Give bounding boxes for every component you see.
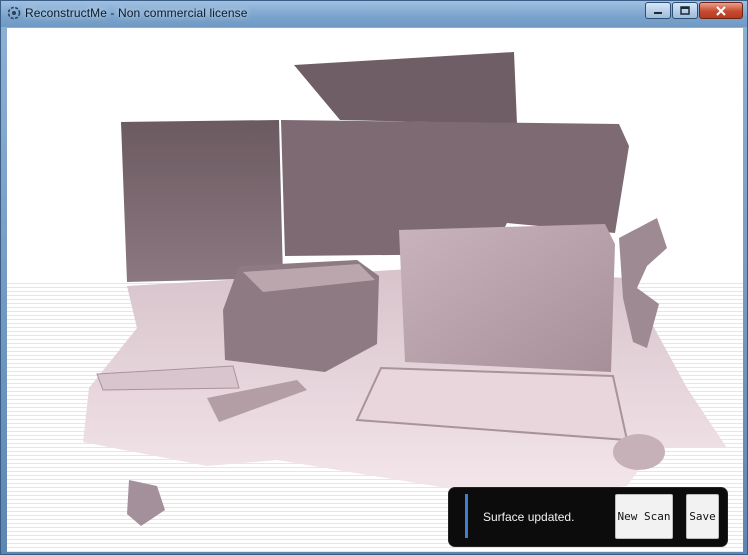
new-scan-button[interactable]: New Scan [615,494,673,539]
close-icon [716,5,726,16]
reconstruction-scene [7,52,743,552]
save-button[interactable]: Save [686,494,719,539]
app-logo-icon [7,6,21,20]
maximize-icon [680,5,690,15]
window-title: ReconstructMe - Non commercial license [25,6,248,20]
back-board [294,52,517,124]
minimize-icon [654,11,662,14]
maximize-button[interactable] [672,2,698,19]
mouse [613,434,665,470]
app-window: ReconstructMe - Non commercial license S… [0,0,748,555]
window-controls [645,2,743,19]
laptop-screen [399,224,615,372]
minimize-button[interactable] [645,2,671,19]
title-bar[interactable]: ReconstructMe - Non commercial license [1,1,747,27]
status-panel: Surface updated. New Scan Save [449,488,727,546]
close-button[interactable] [699,2,743,19]
status-message: Surface updated. [483,510,575,524]
left-monitor [121,120,283,282]
3d-viewport[interactable]: Surface updated. New Scan Save [7,28,743,552]
status-indicator [465,494,468,538]
